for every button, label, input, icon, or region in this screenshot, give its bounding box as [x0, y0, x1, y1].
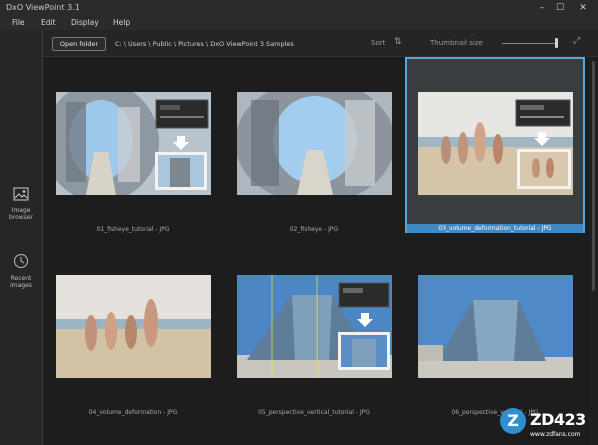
menu-display[interactable]: Display: [71, 18, 99, 27]
sort-icon[interactable]: ⇅: [394, 37, 402, 47]
browser-toolbar: Open folder C: \ Users \ Public \ Pictur…: [43, 30, 598, 57]
sidebar-item-recent-images[interactable]: Recent images: [0, 253, 42, 289]
thumbnail-item-selected[interactable]: 03_volume_deformation_tutorial - JPG: [405, 57, 585, 233]
thumbnail-item[interactable]: 01_fisheye_tutorial - JPG: [43, 57, 223, 233]
menu-bar: File Edit Display Help: [0, 17, 598, 30]
menu-file[interactable]: File: [12, 18, 25, 27]
grid-scrollbar[interactable]: [589, 57, 598, 445]
thumbnail-image-perspective-vertical: [418, 275, 573, 378]
watermark-url: www.zdfans.com: [530, 431, 581, 438]
thumbnail-caption: 05_perspective_vertical_tutorial - JPG: [258, 409, 370, 416]
close-button[interactable]: ✕: [576, 2, 590, 14]
sidebar-item-image-browser[interactable]: Image browser: [0, 186, 42, 221]
thumbnail-item[interactable]: 02_fisheye - JPG: [224, 57, 404, 233]
thumbnail-image-volume-deformation: [56, 275, 211, 378]
expand-icon[interactable]: ⤢: [573, 36, 580, 46]
thumbnail-caption: 01_fisheye_tutorial - JPG: [96, 226, 170, 233]
thumbnail-image-fisheye-tutorial: [56, 92, 211, 195]
menu-help[interactable]: Help: [113, 18, 130, 27]
thumbnail-size-slider[interactable]: [502, 43, 556, 44]
clock-icon: [14, 254, 28, 268]
image-browser-label-line1: Image: [11, 207, 31, 214]
folder-path: C: \ Users \ Public \ Pictures \ DxO Vie…: [115, 40, 294, 48]
sort-label[interactable]: Sort: [371, 39, 385, 47]
thumbnail-image-volume-deformation-tutorial: [418, 92, 573, 195]
recent-images-label-line1: Recent: [10, 275, 32, 282]
maximize-button[interactable]: ☐: [553, 2, 567, 14]
thumbnail-caption-selected: 03_volume_deformation_tutorial - JPG: [407, 224, 583, 233]
thumbnail-caption: 04_volume_deformation - JPG: [88, 409, 178, 416]
thumbnail-image-perspective-vertical-tutorial: [237, 275, 392, 378]
title-bar: DxO ViewPoint 3.1 – ☐ ✕: [0, 0, 598, 17]
image-browser-icon: [13, 187, 29, 201]
thumbnail-item[interactable]: 06_perspective_vertical - JPG: [405, 240, 585, 416]
thumbnail-size-label: Thumbnail size: [430, 39, 483, 47]
thumbnail-caption: 02_fisheye - JPG: [289, 226, 339, 233]
menu-edit[interactable]: Edit: [41, 18, 56, 27]
watermark-badge: Z: [500, 408, 526, 434]
minimize-button[interactable]: –: [535, 2, 549, 14]
scrollbar-thumb[interactable]: [592, 61, 595, 291]
watermark-logo: Z ZD423 www.zdfans.com: [500, 408, 596, 444]
sidebar: Image browser Recent images: [0, 30, 43, 445]
thumbnail-image-fisheye: [237, 92, 392, 195]
thumbnail-item[interactable]: 05_perspective_vertical_tutorial - JPG: [224, 240, 404, 416]
thumbnail-grid: 01_fisheye_tutorial - JPG 02_fisheye - J…: [43, 57, 598, 445]
thumbnail-size-slider-handle[interactable]: [555, 38, 558, 48]
window-title: DxO ViewPoint 3.1: [6, 3, 80, 12]
recent-images-label-line2: images: [10, 282, 32, 289]
watermark-brand: ZD423: [530, 410, 586, 429]
thumbnail-item[interactable]: 04_volume_deformation - JPG: [43, 240, 223, 416]
image-browser-label-line2: browser: [8, 214, 33, 221]
open-folder-button[interactable]: Open folder: [52, 37, 106, 51]
